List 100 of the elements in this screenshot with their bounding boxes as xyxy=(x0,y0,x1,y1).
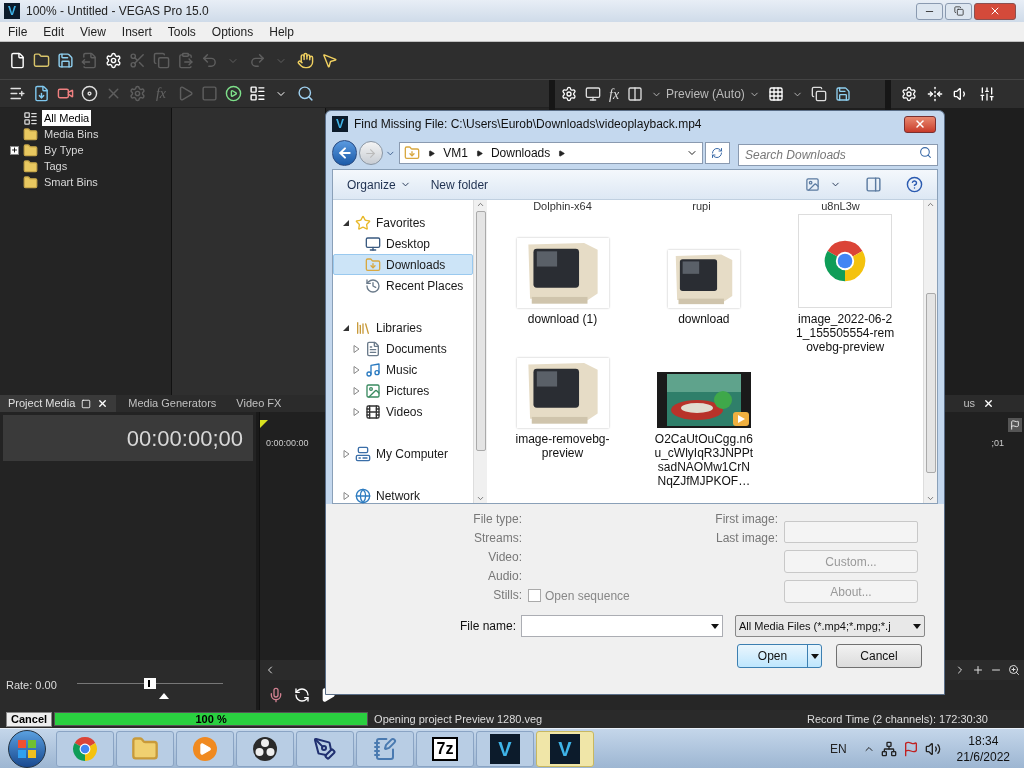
expanded-arrow-icon[interactable] xyxy=(342,218,350,227)
grid-icon[interactable] xyxy=(767,86,784,102)
collapsed-arrow-icon[interactable] xyxy=(352,365,360,374)
command-button[interactable]: Organize xyxy=(347,175,411,194)
scrollbar[interactable] xyxy=(473,200,487,503)
clock[interactable]: 18:34 21/6/2022 xyxy=(956,732,1010,765)
view-icon[interactable] xyxy=(805,177,820,192)
command-button[interactable]: New folder xyxy=(430,175,489,194)
scroll-up-icon[interactable] xyxy=(926,200,935,209)
menu-item[interactable]: Help xyxy=(261,22,302,41)
maximize-icon[interactable] xyxy=(81,398,92,409)
restore-button[interactable] xyxy=(945,2,972,20)
start-button[interactable] xyxy=(8,729,46,768)
save-icon[interactable] xyxy=(834,86,851,102)
collapsed-arrow-icon[interactable] xyxy=(352,386,360,395)
scrollbar[interactable] xyxy=(923,200,937,503)
nav-item[interactable]: Libraries xyxy=(333,317,473,338)
file-name[interactable]: u8nL3w xyxy=(771,200,910,212)
nav-item[interactable]: Favorites xyxy=(333,212,473,233)
views-icon[interactable] xyxy=(248,83,266,104)
preview-pane-icon[interactable] xyxy=(865,176,882,193)
file-name[interactable]: Dolphin-x64 xyxy=(493,200,632,212)
search-icon[interactable] xyxy=(919,146,932,159)
hand-icon[interactable] xyxy=(296,50,314,71)
close-button[interactable] xyxy=(904,115,936,133)
breadcrumb-arrow-icon[interactable] xyxy=(558,149,566,157)
menu-item[interactable]: Tools xyxy=(159,22,204,41)
taskbar-app[interactable]: V xyxy=(536,730,594,767)
cancel-button[interactable]: Cancel xyxy=(6,711,53,727)
nav-item[interactable]: Recent Places xyxy=(333,275,473,296)
nav-item[interactable]: Desktop xyxy=(333,233,473,254)
thumbnail-tile[interactable]: download xyxy=(634,214,774,354)
tree-item[interactable]: By Type xyxy=(42,141,86,159)
dock-tab[interactable]: Video FX xyxy=(228,395,290,412)
breadcrumb[interactable]: Downloads xyxy=(490,144,551,162)
scroll-up-icon[interactable] xyxy=(476,200,485,209)
tree-item[interactable]: Smart Bins xyxy=(42,173,100,191)
taskbar-app[interactable] xyxy=(296,730,354,767)
tree-item[interactable]: Tags xyxy=(42,157,70,175)
rate-slider-track[interactable] xyxy=(76,677,223,689)
speaker-icon[interactable] xyxy=(924,740,941,757)
taskbar-app[interactable]: 7z xyxy=(416,730,474,767)
settings-icon[interactable] xyxy=(561,86,577,102)
nav-item[interactable]: Music xyxy=(333,359,473,380)
tree-item[interactable]: Media Bins xyxy=(42,125,101,143)
expanded-arrow-icon[interactable] xyxy=(342,323,350,332)
close-icon[interactable] xyxy=(97,398,109,409)
dropdown-arrow-icon[interactable] xyxy=(711,623,719,629)
file-name-field[interactable] xyxy=(521,615,723,637)
magnifier-icon[interactable] xyxy=(1008,664,1020,676)
slider-thumb[interactable] xyxy=(143,677,156,689)
zoom-in-icon[interactable] xyxy=(972,664,984,676)
search-field[interactable]: Search Downloads xyxy=(738,144,938,166)
nav-item[interactable]: Pictures xyxy=(333,380,473,401)
mixer-icon[interactable] xyxy=(979,86,995,102)
menu-item[interactable]: View xyxy=(72,22,114,41)
split-screen-icon[interactable] xyxy=(627,86,644,102)
menu-item[interactable]: Edit xyxy=(35,22,73,41)
settings-icon[interactable] xyxy=(104,50,122,71)
file-import-icon[interactable] xyxy=(32,83,50,104)
nav-item[interactable]: My Computer xyxy=(333,443,473,464)
nav-item[interactable]: Network xyxy=(333,485,473,506)
tree-item[interactable]: All Media xyxy=(42,109,92,127)
collapsed-arrow-icon[interactable] xyxy=(342,449,350,458)
collapsed-arrow-icon[interactable] xyxy=(352,344,360,353)
collapsed-arrow-icon[interactable] xyxy=(352,407,360,416)
effects-label[interactable]: fx xyxy=(609,83,620,105)
nav-item[interactable]: Videos xyxy=(333,401,473,422)
new-file-icon[interactable] xyxy=(8,50,26,71)
thumbnail-tile[interactable]: download (1) xyxy=(493,214,632,354)
checkbox[interactable] xyxy=(528,589,541,602)
auto-preview-icon[interactable] xyxy=(224,83,242,104)
cancel-button[interactable]: Cancel xyxy=(836,644,922,668)
dock-tab[interactable]: Project Media xyxy=(0,395,117,412)
save-icon[interactable] xyxy=(56,50,74,71)
trim-icon[interactable] xyxy=(927,86,943,102)
copy-icon[interactable] xyxy=(810,86,827,102)
network-icon[interactable] xyxy=(880,740,897,757)
refresh-button[interactable] xyxy=(704,142,730,164)
breadcrumb[interactable]: VM1 xyxy=(443,144,468,162)
menu-item[interactable]: Insert xyxy=(113,22,160,41)
help-icon[interactable] xyxy=(906,176,923,193)
file-type-select[interactable]: All Media Files (*.mp4;*.mpg;*.j xyxy=(735,615,925,637)
microphone-icon[interactable] xyxy=(268,687,284,703)
collapsed-arrow-icon[interactable] xyxy=(342,491,350,500)
taskbar-app[interactable]: V xyxy=(476,730,534,767)
thumbnail-tile[interactable]: image_2022-06-21_155505554-removebg-preview xyxy=(775,214,915,354)
scroll-down-icon[interactable] xyxy=(926,494,935,503)
address-bar[interactable]: VM1 Downloads xyxy=(399,142,703,164)
dock-tab[interactable]: us xyxy=(963,395,975,412)
close-icon[interactable] xyxy=(983,398,994,409)
loop-icon[interactable] xyxy=(294,687,310,703)
nav-item[interactable]: Documents xyxy=(333,338,473,359)
breadcrumb-arrow-icon[interactable] xyxy=(428,149,436,157)
taskbar-app[interactable] xyxy=(236,730,294,767)
open-button[interactable]: Open xyxy=(737,644,822,668)
flag-icon[interactable] xyxy=(902,740,919,757)
dock-tab[interactable]: Media Generators xyxy=(120,395,225,412)
scroll-down-icon[interactable] xyxy=(476,494,485,503)
marker-icon[interactable] xyxy=(1008,418,1022,432)
